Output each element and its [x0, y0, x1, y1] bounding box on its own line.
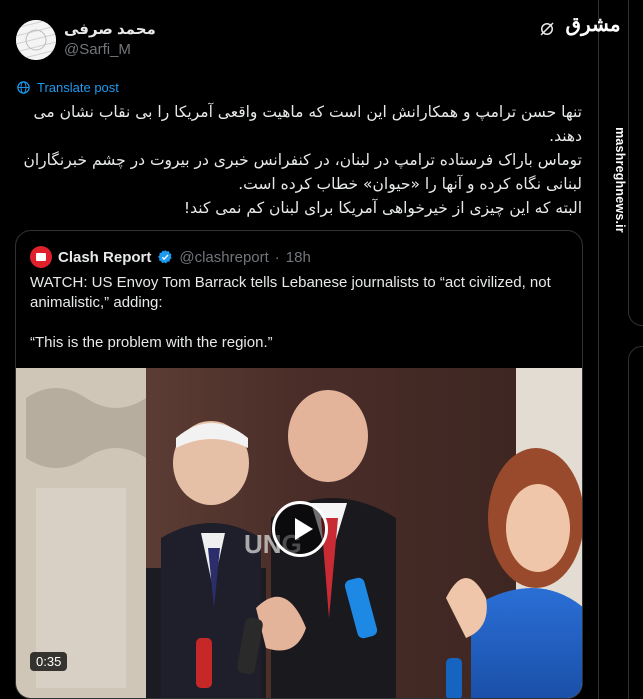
video-player[interactable]: UNG 0:35 [16, 368, 582, 698]
quoted-text-paragraph: “This is the problem with the region.” [30, 334, 273, 351]
globe-icon [17, 81, 30, 94]
column-divider [598, 0, 599, 699]
video-duration: 0:35 [30, 652, 68, 671]
translate-post-label: Translate post [37, 80, 119, 95]
quoted-post-header: Clash Report @clashreport · 18h [30, 246, 311, 268]
post-text: تنها حسن ترامپ و همکارانش این است که ماه… [16, 100, 582, 220]
post-line: تنها حسن ترامپ و همکارانش این است که ماه… [33, 103, 582, 145]
author-handle[interactable]: @Sarfi_M [64, 41, 131, 58]
quoted-author-handle[interactable]: @clashreport [179, 249, 268, 266]
author-display-name[interactable]: محمد صرفی [64, 20, 156, 38]
quoted-author-name[interactable]: Clash Report [58, 249, 151, 266]
clash-report-avatar[interactable] [30, 246, 52, 268]
post-line: توماس باراک فرستاده ترامپ در لبنان، در ک… [23, 151, 582, 193]
quoted-post-text: WATCH: US Envoy Tom Barrack tells Lebane… [30, 273, 570, 353]
quoted-post-time[interactable]: 18h [286, 249, 311, 266]
watermark-site: mashreghnews.ir [606, 40, 634, 320]
avatar[interactable] [16, 20, 56, 60]
meta-separator: · [274, 248, 280, 266]
sidebar-panel [628, 346, 643, 699]
watermark-site-text: mashreghnews.ir [613, 127, 627, 233]
quoted-text-paragraph: WATCH: US Envoy Tom Barrack tells Lebane… [30, 274, 551, 311]
mashregh-logo: مشرق [565, 12, 621, 36]
play-button[interactable] [272, 501, 328, 557]
translate-post-link[interactable]: Translate post [16, 80, 119, 95]
quoted-post[interactable]: Clash Report @clashreport · 18h WATCH: U… [15, 230, 583, 699]
verified-badge-icon [158, 250, 173, 264]
post-line: البته که این چیزی از خیرخواهی آمریکا برا… [183, 199, 582, 217]
post: محمد صرفی @Sarfi_M Translate post تنها ح… [0, 0, 600, 699]
grok-icon[interactable] [538, 20, 556, 38]
